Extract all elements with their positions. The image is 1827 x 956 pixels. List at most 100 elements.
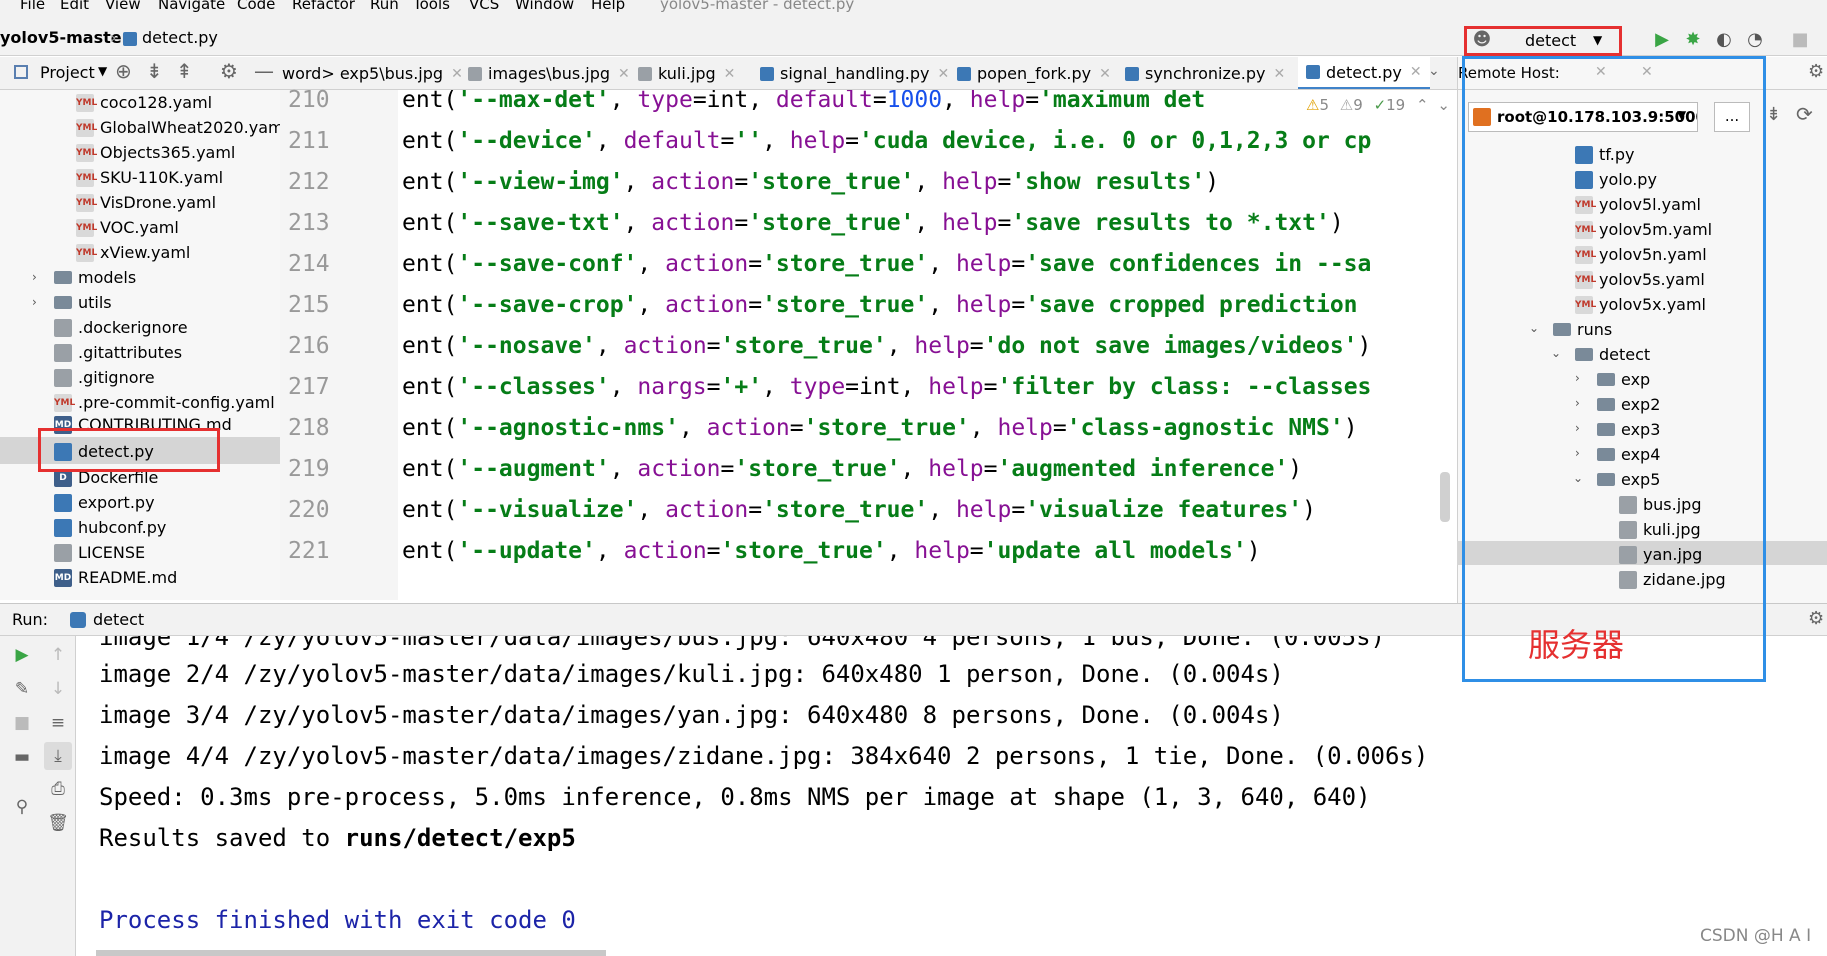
chevron-down-icon[interactable]: ⌄ <box>1428 63 1440 79</box>
tree-item[interactable]: YML SKU-110K.yaml <box>76 165 223 190</box>
menu-code[interactable]: Code <box>237 0 275 13</box>
layout-icon[interactable]: ▬ <box>11 746 33 768</box>
menu-vcs[interactable]: VCS <box>469 0 499 13</box>
soft-wrap-icon[interactable]: ≡ <box>47 712 69 734</box>
code-token: 'store_true' <box>803 415 970 441</box>
collapse-all-icon[interactable]: ⇞ <box>176 59 193 83</box>
tree-item[interactable]: .gitattributes <box>54 340 182 365</box>
scroll-to-end-icon[interactable]: ⤓ <box>44 742 72 770</box>
editor-tab[interactable]: kuli.jpg ✕ <box>638 57 736 89</box>
console-output[interactable]: image 1/4 /zy/yolov5-master/data/images/… <box>76 636 1827 956</box>
tree-item[interactable]: MD README.md <box>54 565 177 590</box>
chevron-right-icon[interactable]: › <box>32 295 37 309</box>
chevron-right-icon[interactable]: › <box>32 270 37 284</box>
console-line: Speed: 0.3ms pre-process, 5.0ms inferenc… <box>99 783 1371 811</box>
menu-bar: File Edit View Navigate Code Refactor Ru… <box>0 0 1827 18</box>
code-token: ent( <box>402 210 458 236</box>
code-token: = <box>748 497 763 523</box>
breadcrumb-file[interactable]: detect.py <box>142 28 218 47</box>
editor-tab[interactable]: popen_fork.py ✕ <box>957 57 1111 89</box>
results-path[interactable]: runs/detect/exp5 <box>345 824 576 852</box>
tree-item[interactable]: YML coco128.yaml <box>76 90 212 115</box>
gear-icon[interactable]: ⚙ <box>1808 608 1824 629</box>
menu-view[interactable]: View <box>105 0 141 13</box>
close-icon[interactable]: ✕ <box>1273 66 1285 82</box>
arrow-down-icon[interactable]: ↓ <box>47 678 69 700</box>
collapse-icon[interactable]: ⇟ <box>1766 104 1781 125</box>
menu-edit[interactable]: Edit <box>60 0 89 13</box>
project-view-selector[interactable]: Project <box>40 63 95 82</box>
gear-icon[interactable]: ⚙ <box>220 59 238 83</box>
menu-refactor[interactable]: Refactor <box>292 0 355 13</box>
menu-file[interactable]: File <box>20 0 45 13</box>
tree-item[interactable]: YML VOC.yaml <box>76 215 179 240</box>
editor-tab[interactable]: signal_handling.py ✕ <box>760 57 949 89</box>
chevron-down-icon[interactable]: ⌄ <box>1437 96 1450 114</box>
locate-icon[interactable]: ⊕ <box>115 59 132 83</box>
code-token: , <box>637 251 666 277</box>
chevron-down-icon[interactable]: ▼ <box>98 64 107 78</box>
code-token: action <box>665 292 749 318</box>
editor-tab-active[interactable]: detect.py ✕ <box>1298 57 1430 89</box>
editor-tab[interactable]: word> exp5\bus.jpg ✕ <box>282 57 463 89</box>
stop-icon[interactable]: ■ <box>1790 30 1810 50</box>
close-icon[interactable]: ✕ <box>618 66 630 82</box>
wrench-icon[interactable]: ✎ <box>11 678 33 700</box>
code-token: = <box>969 333 984 359</box>
profile-icon[interactable]: ◔ <box>1745 30 1765 50</box>
tree-item[interactable]: export.py <box>54 490 155 515</box>
debug-icon[interactable]: ✸ <box>1683 30 1703 50</box>
hide-icon[interactable]: — <box>254 59 274 83</box>
close-icon[interactable]: ✕ <box>451 66 463 82</box>
run-icon[interactable]: ▶ <box>1652 30 1672 50</box>
code-token: = <box>720 128 735 154</box>
console-hscrollbar[interactable] <box>96 950 606 956</box>
tree-item[interactable]: models <box>54 265 136 290</box>
editor-tab[interactable]: images\bus.jpg ✕ <box>468 57 630 89</box>
refresh-icon[interactable]: ⟳ <box>1796 102 1813 126</box>
run-tab-detect[interactable]: detect <box>93 610 144 629</box>
line-number: 218 <box>288 415 330 441</box>
trash-icon[interactable]: 🗑 <box>47 812 69 834</box>
code-editor[interactable]: ent('--max-det', type=int, default=1000,… <box>398 90 1450 600</box>
code-token: ) <box>1343 415 1358 441</box>
editor-tab[interactable]: synchronize.py ✕ <box>1125 57 1285 89</box>
yaml-file-icon: YML <box>76 118 97 137</box>
pin-icon[interactable]: ⚲ <box>11 796 33 818</box>
close-icon[interactable]: ✕ <box>724 66 736 82</box>
print-icon[interactable]: ⎙ <box>47 778 69 800</box>
tree-item[interactable]: .dockerignore <box>54 315 188 340</box>
tree-item[interactable]: .gitignore <box>54 365 155 390</box>
code-token: = <box>1011 251 1026 277</box>
close-icon[interactable]: ✕ <box>1099 66 1111 82</box>
tree-item[interactable]: YML xView.yaml <box>76 240 190 265</box>
chevron-up-icon[interactable]: ⌃ <box>1416 96 1429 114</box>
tree-item[interactable]: LICENSE <box>54 540 145 565</box>
code-token: ent( <box>402 538 458 564</box>
menu-navigate[interactable]: Navigate <box>158 0 225 13</box>
run-toolbar: ▶ ↑ ✎ ↓ ■ ≡ ⤓ ▬ ⎙ ⚲ 🗑 <box>0 636 76 956</box>
expand-all-icon[interactable]: ⇟ <box>146 59 163 83</box>
menu-tools[interactable]: Tools <box>413 0 450 13</box>
menu-window[interactable]: Window <box>515 0 574 13</box>
menu-run[interactable]: Run <box>370 0 399 13</box>
tree-item[interactable]: YML GlobalWheat2020.yaml <box>76 115 288 140</box>
inspection-widget[interactable]: ⚠5 ⚠9 ✓19 ⌃ ⌄ <box>1306 96 1450 114</box>
stop-icon[interactable]: ■ <box>11 712 33 734</box>
tree-item[interactable]: YML Objects365.yaml <box>76 140 235 165</box>
close-icon[interactable]: ✕ <box>1410 64 1422 80</box>
rerun-icon[interactable]: ▶ <box>11 644 33 666</box>
run-config-selector[interactable]: detect ▼ <box>1464 26 1622 56</box>
project-icon <box>14 65 28 79</box>
tree-item[interactable]: utils <box>54 290 112 315</box>
gear-icon[interactable]: ⚙ <box>1808 61 1824 82</box>
coverage-icon[interactable]: ◐ <box>1714 30 1734 50</box>
python-file-icon <box>54 493 72 512</box>
arrow-up-icon[interactable]: ↑ <box>47 644 69 666</box>
tree-item[interactable]: YML VisDrone.yaml <box>76 190 216 215</box>
close-icon[interactable]: ✕ <box>937 66 949 82</box>
menu-help[interactable]: Help <box>591 0 625 13</box>
tree-item[interactable]: hubconf.py <box>54 515 166 540</box>
editor-scrollbar[interactable] <box>1440 472 1450 522</box>
code-token: ent( <box>402 90 458 113</box>
